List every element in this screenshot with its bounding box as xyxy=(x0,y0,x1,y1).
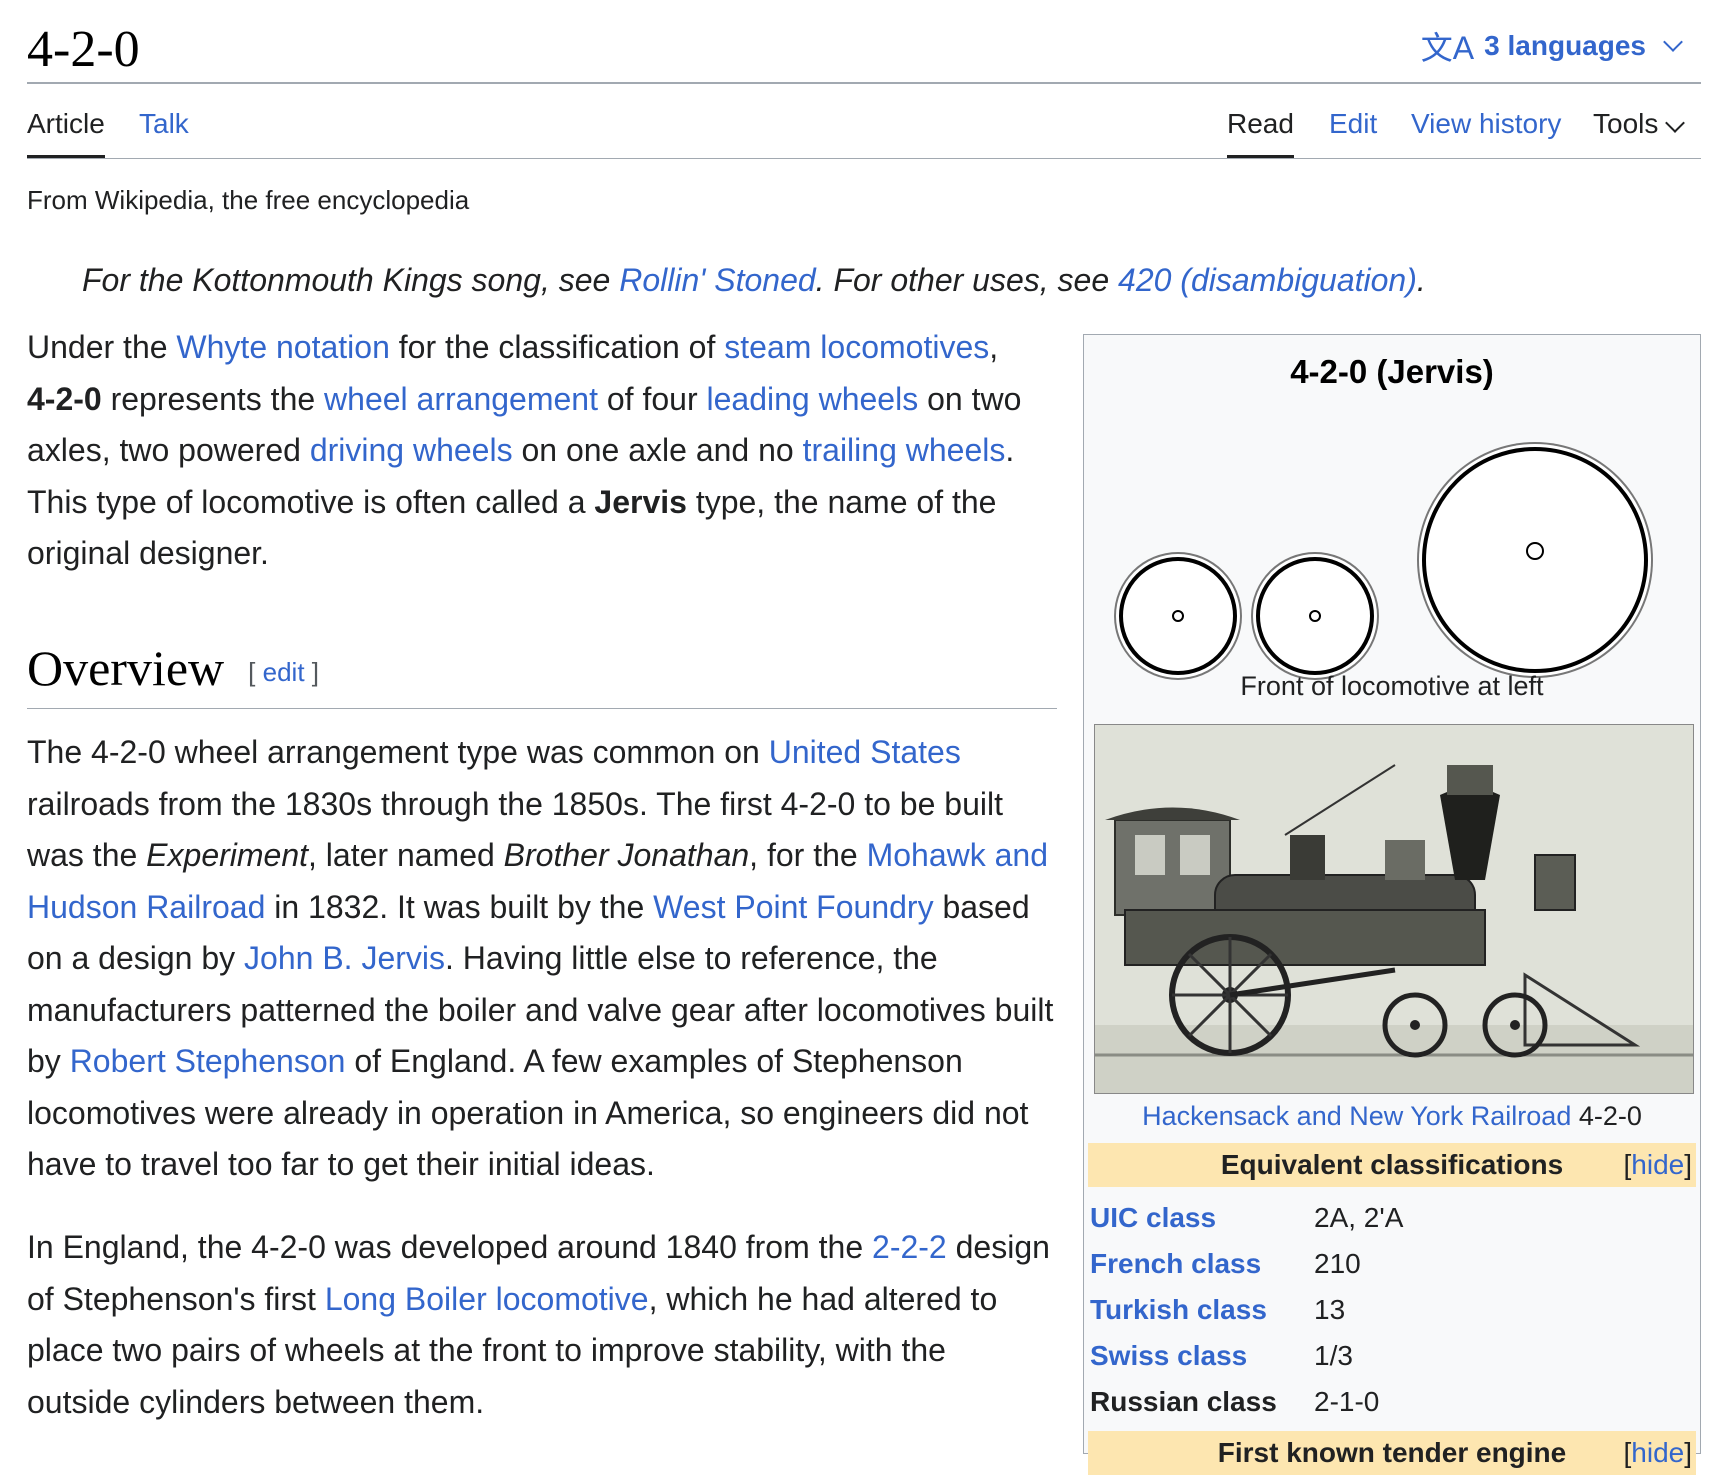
overview-section-heading: Overview [ edit ] xyxy=(27,638,1057,709)
tools-menu[interactable]: Tools xyxy=(1593,104,1690,158)
text: , later named xyxy=(308,837,504,873)
text: of four xyxy=(597,380,707,417)
bracket: ] xyxy=(311,657,320,687)
hide-link[interactable]: hide xyxy=(1631,1149,1684,1180)
classification-row: French class 210 xyxy=(1090,1241,1690,1287)
link-trailing-wheels[interactable]: trailing wheels xyxy=(803,432,1006,468)
hatnote-text: . For other uses, see xyxy=(815,262,1119,298)
link-driving-wheels[interactable]: driving wheels xyxy=(310,432,513,468)
caption-text: 4-2-0 xyxy=(1571,1101,1642,1131)
tab-talk[interactable]: Talk xyxy=(139,104,189,158)
infobox: 4-2-0 (Jervis) Front of locomotive at le… xyxy=(1083,334,1701,1475)
leading-wheel xyxy=(1256,557,1374,675)
text: , xyxy=(989,329,999,365)
photo-caption: Hackensack and New York Railroad 4-2-0 xyxy=(1084,1101,1700,1132)
title-divider xyxy=(27,82,1701,84)
axle xyxy=(1309,610,1321,622)
tabs-divider xyxy=(27,158,1701,159)
header-text: Equivalent classifications xyxy=(1220,1149,1564,1180)
locomotive-illustration xyxy=(1095,725,1693,1093)
text: in 1832. It was built by the xyxy=(265,888,654,925)
hatnote: For the Kottonmouth Kings song, see Roll… xyxy=(82,258,1426,302)
classification-value: 2-1-0 xyxy=(1314,1386,1380,1417)
equivalent-classifications-header: Equivalent classifications [hide] xyxy=(1088,1143,1696,1187)
overview-heading: Overview xyxy=(27,640,225,696)
edit-section-link[interactable]: edit xyxy=(263,657,305,687)
tagline: From Wikipedia, the free encyclopedia xyxy=(27,185,470,215)
chevron-down-icon xyxy=(1663,32,1683,52)
link-rollin-stoned[interactable]: Rollin' Stoned xyxy=(619,262,815,298)
tab-edit[interactable]: Edit xyxy=(1329,104,1377,158)
classification-row: UIC class 2A, 2'A xyxy=(1090,1195,1690,1241)
tab-article[interactable]: Article xyxy=(27,104,105,159)
bracket: ] xyxy=(1684,1149,1692,1180)
intro-paragraph: Under the Whyte notation for the classif… xyxy=(27,322,1057,580)
link-leading-wheels[interactable]: leading wheels xyxy=(706,381,918,417)
bold-term: 4-2-0 xyxy=(27,380,102,417)
link-united-states[interactable]: United States xyxy=(769,734,961,770)
text: on one axle and no xyxy=(512,432,803,468)
classification-value: 2A, 2'A xyxy=(1314,1202,1404,1233)
languages-label: 3 languages xyxy=(1484,30,1646,61)
classification-row: Turkish class 13 xyxy=(1090,1287,1690,1333)
driving-wheel xyxy=(1422,447,1648,673)
section-edit: [ edit ] xyxy=(248,657,319,687)
languages-button[interactable]: 文A 3 languages xyxy=(1421,26,1688,66)
hatnote-text: . xyxy=(1416,262,1426,298)
translate-icon: 文A xyxy=(1420,30,1475,66)
turkish-class-link[interactable]: Turkish class xyxy=(1090,1287,1267,1333)
classification-value: 210 xyxy=(1314,1248,1361,1279)
overview-paragraph-2: In England, the 4-2-0 was developed arou… xyxy=(27,1222,1057,1428)
first-known-tender-engine-header: First known tender engine [hide] xyxy=(1088,1431,1696,1475)
infobox-title: 4-2-0 (Jervis) xyxy=(1290,353,1494,390)
link-hackensack-railroad[interactable]: Hackensack and New York Railroad xyxy=(1142,1101,1571,1131)
leading-wheel xyxy=(1119,557,1237,675)
tab-read[interactable]: Read xyxy=(1227,104,1294,159)
page-title: 4-2-0 xyxy=(27,21,140,78)
link-robert-stephenson[interactable]: Robert Stephenson xyxy=(70,1043,346,1079)
link-wheel-arrangement[interactable]: wheel arrangement xyxy=(324,381,598,417)
header-text: First known tender engine xyxy=(1217,1437,1567,1468)
bracket: [ xyxy=(248,657,256,687)
page-tabs: Article Talk Read Edit View history Tool… xyxy=(27,104,1701,159)
text: Under the xyxy=(27,329,177,365)
link-2-2-2[interactable]: 2-2-2 xyxy=(872,1229,947,1265)
italic-name: Experiment xyxy=(146,837,309,873)
link-west-point-foundry[interactable]: West Point Foundry xyxy=(653,889,933,925)
classification-value: 1/3 xyxy=(1314,1340,1353,1371)
text: , for the xyxy=(749,837,867,873)
uic-class-link[interactable]: UIC class xyxy=(1090,1195,1216,1241)
classification-row: Swiss class 1/3 xyxy=(1090,1333,1690,1379)
link-420-disambiguation[interactable]: 420 (disambiguation) xyxy=(1118,262,1417,298)
text: In England, the 4-2-0 was developed arou… xyxy=(27,1229,873,1265)
chevron-down-icon xyxy=(1665,113,1686,133)
french-class-link[interactable]: French class xyxy=(1090,1241,1261,1287)
diagram-caption: Front of locomotive at left xyxy=(1240,671,1544,701)
text: represents the xyxy=(101,380,325,417)
link-steam-locomotives[interactable]: steam locomotives xyxy=(724,329,989,365)
link-long-boiler-locomotive[interactable]: Long Boiler locomotive xyxy=(325,1281,649,1317)
overview-paragraph-1: The 4-2-0 wheel arrangement type was com… xyxy=(27,727,1057,1191)
hatnote-text: For the Kottonmouth Kings song, see xyxy=(82,262,620,298)
tab-view-history[interactable]: View history xyxy=(1411,104,1561,158)
classification-row: Russian class 2-1-0 xyxy=(1090,1379,1690,1425)
hide-toggle: [hide] xyxy=(1624,1431,1693,1475)
text: for the classification of xyxy=(389,329,725,365)
link-john-b-jervis[interactable]: John B. Jervis xyxy=(244,940,445,976)
crank-pin xyxy=(1526,542,1544,561)
text: The 4-2-0 wheel arrangement type was com… xyxy=(27,734,769,770)
axle xyxy=(1172,610,1184,622)
russian-class-label: Russian class xyxy=(1090,1386,1277,1417)
bold-term: Jervis xyxy=(594,483,687,520)
link-whyte-notation[interactable]: Whyte notation xyxy=(176,329,389,365)
locomotive-photo[interactable] xyxy=(1094,724,1694,1094)
tools-label: Tools xyxy=(1593,108,1659,139)
classification-value: 13 xyxy=(1314,1294,1346,1325)
hide-toggle: [hide] xyxy=(1624,1143,1693,1187)
italic-name: Brother Jonathan xyxy=(503,837,750,873)
swiss-class-link[interactable]: Swiss class xyxy=(1090,1333,1247,1379)
